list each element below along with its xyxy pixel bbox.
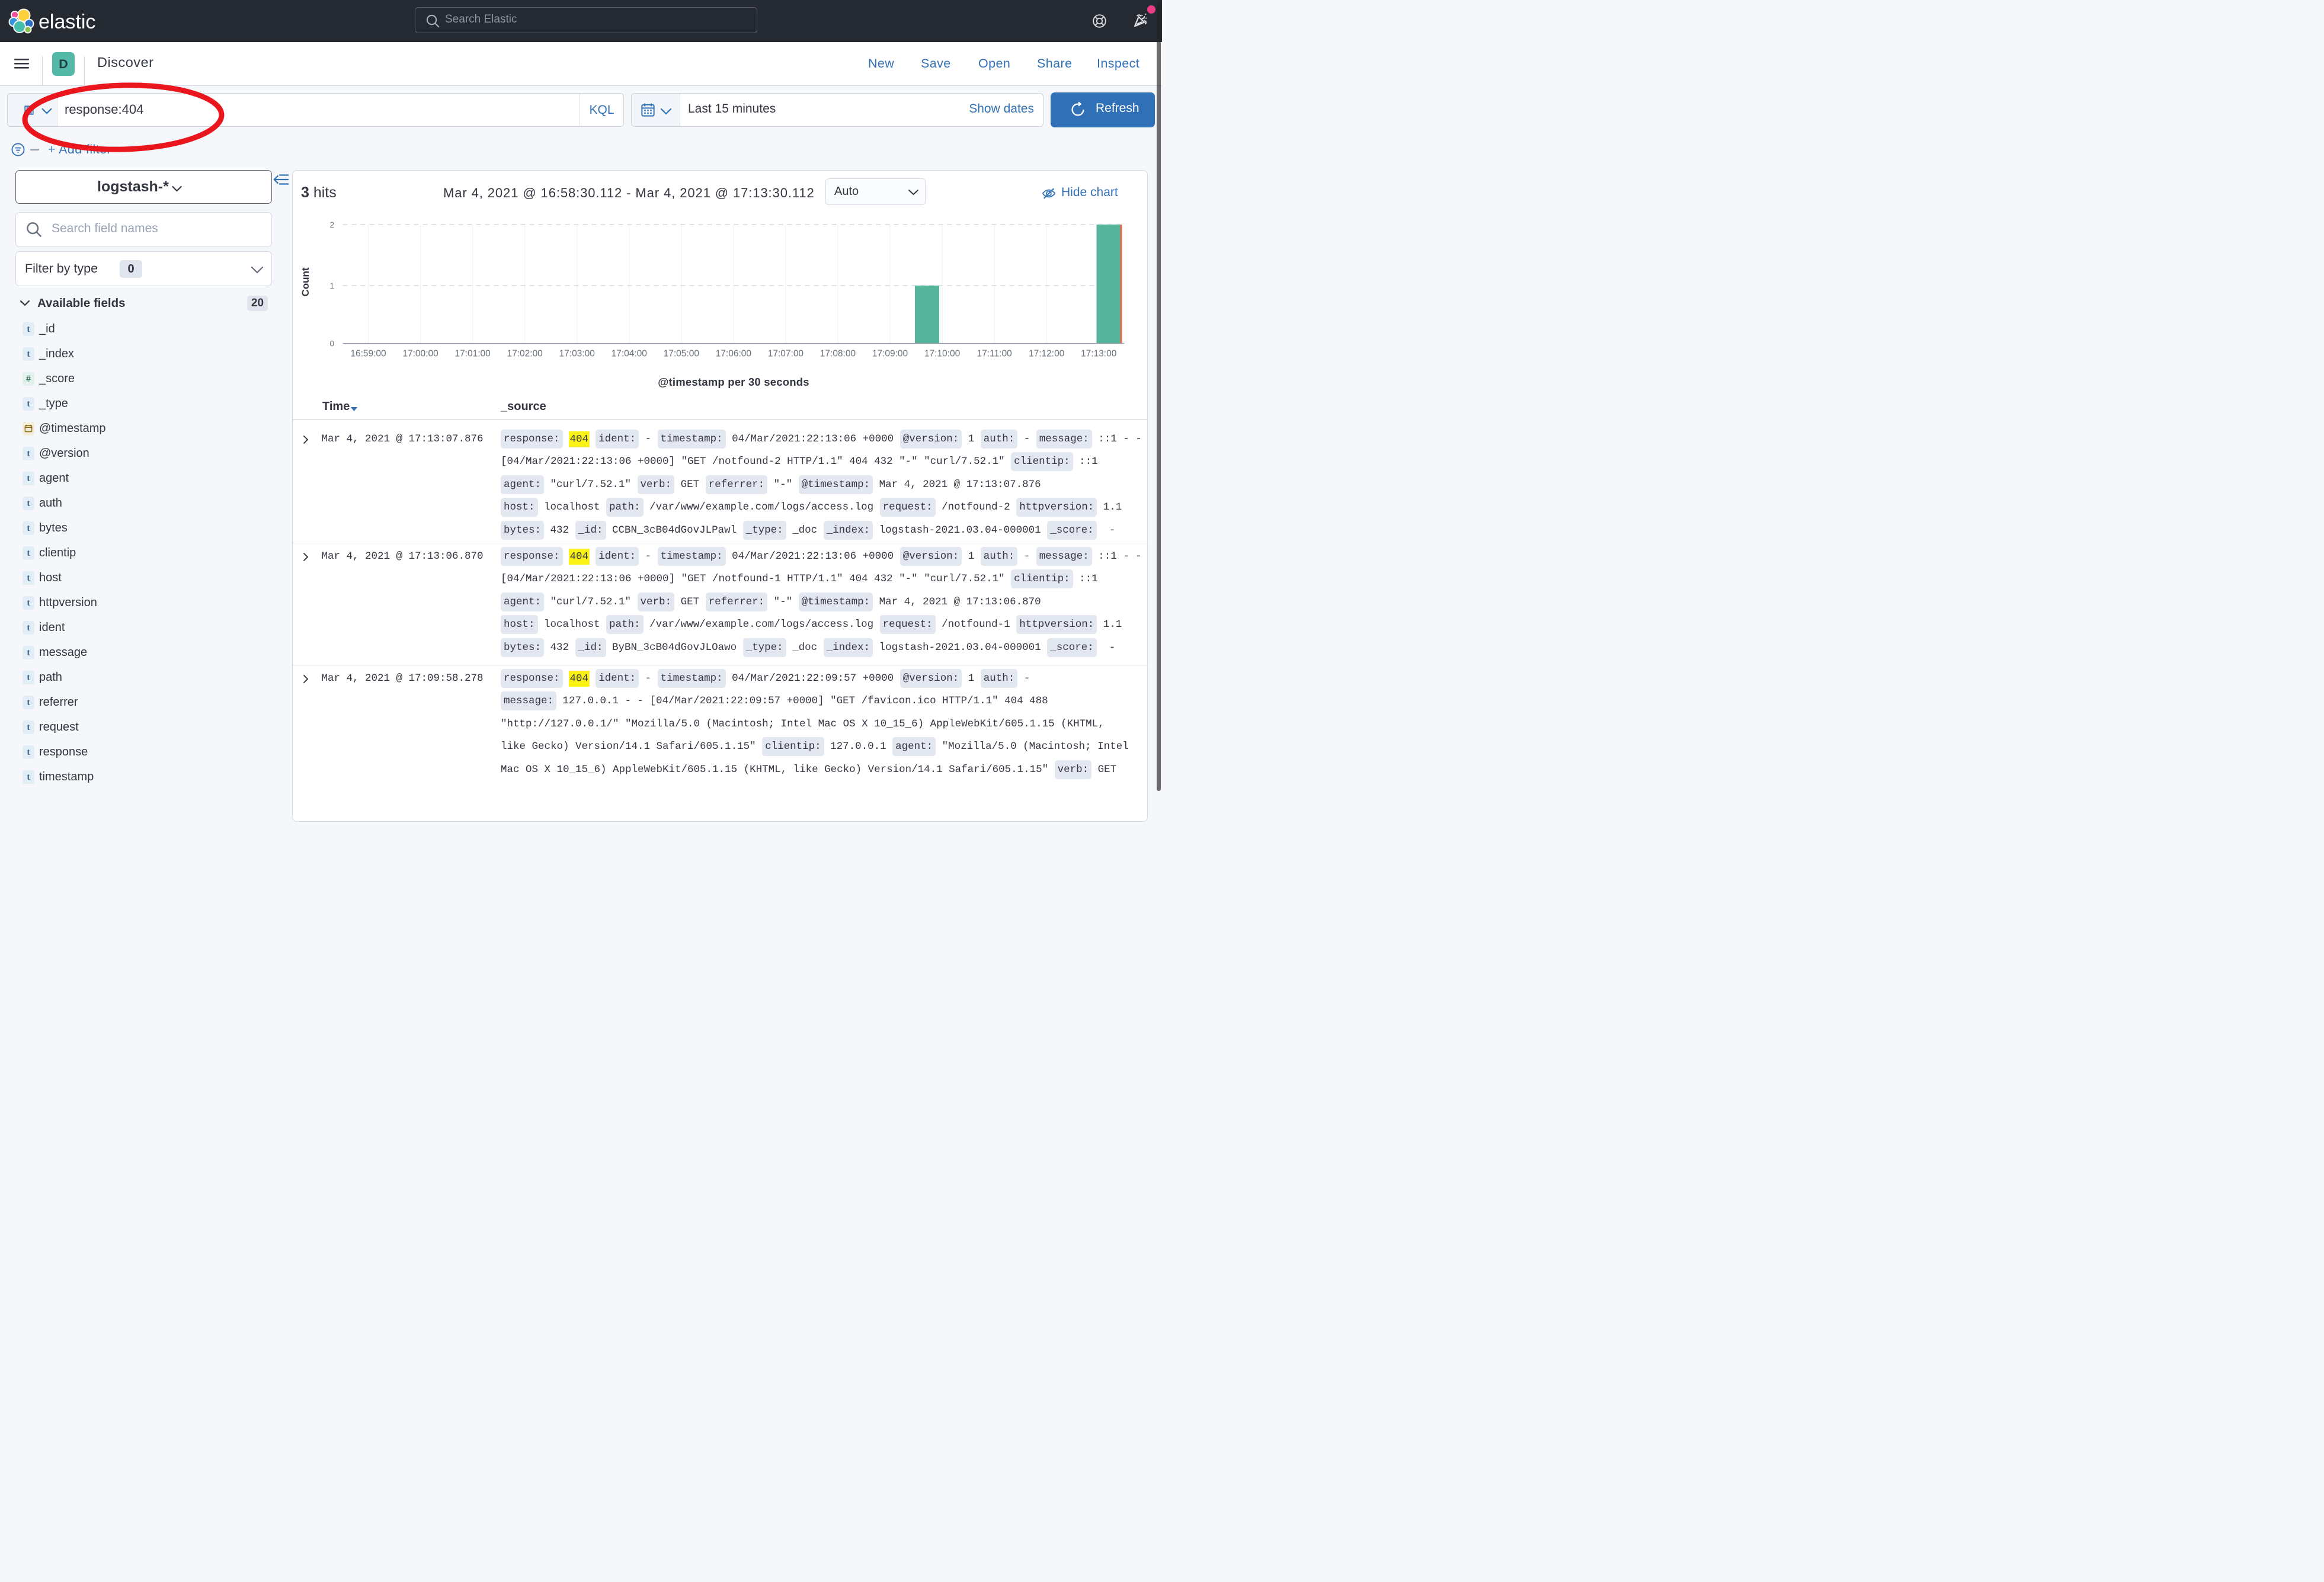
- svg-text:0: 0: [329, 340, 334, 348]
- svg-text:1: 1: [329, 281, 334, 290]
- svg-text:17:13:00: 17:13:00: [1081, 349, 1117, 359]
- svg-text:17:06:00: 17:06:00: [716, 349, 752, 359]
- svg-text:17:08:00: 17:08:00: [820, 349, 856, 359]
- svg-text:2: 2: [329, 220, 334, 229]
- svg-text:17:11:00: 17:11:00: [977, 349, 1013, 359]
- svg-text:17:00:00: 17:00:00: [402, 349, 438, 359]
- svg-text:17:02:00: 17:02:00: [507, 349, 543, 359]
- svg-text:17:01:00: 17:01:00: [454, 349, 491, 359]
- svg-text:@timestamp per 30 seconds: @timestamp per 30 seconds: [658, 376, 809, 388]
- svg-text:17:09:00: 17:09:00: [872, 349, 908, 359]
- svg-text:17:03:00: 17:03:00: [559, 349, 596, 359]
- svg-text:17:10:00: 17:10:00: [924, 349, 961, 359]
- svg-text:17:05:00: 17:05:00: [664, 349, 700, 359]
- svg-text:17:04:00: 17:04:00: [612, 349, 648, 359]
- svg-text:16:59:00: 16:59:00: [350, 349, 386, 359]
- svg-text:17:07:00: 17:07:00: [768, 349, 804, 359]
- svg-text:Count: Count: [300, 267, 311, 296]
- svg-text:17:12:00: 17:12:00: [1029, 349, 1065, 359]
